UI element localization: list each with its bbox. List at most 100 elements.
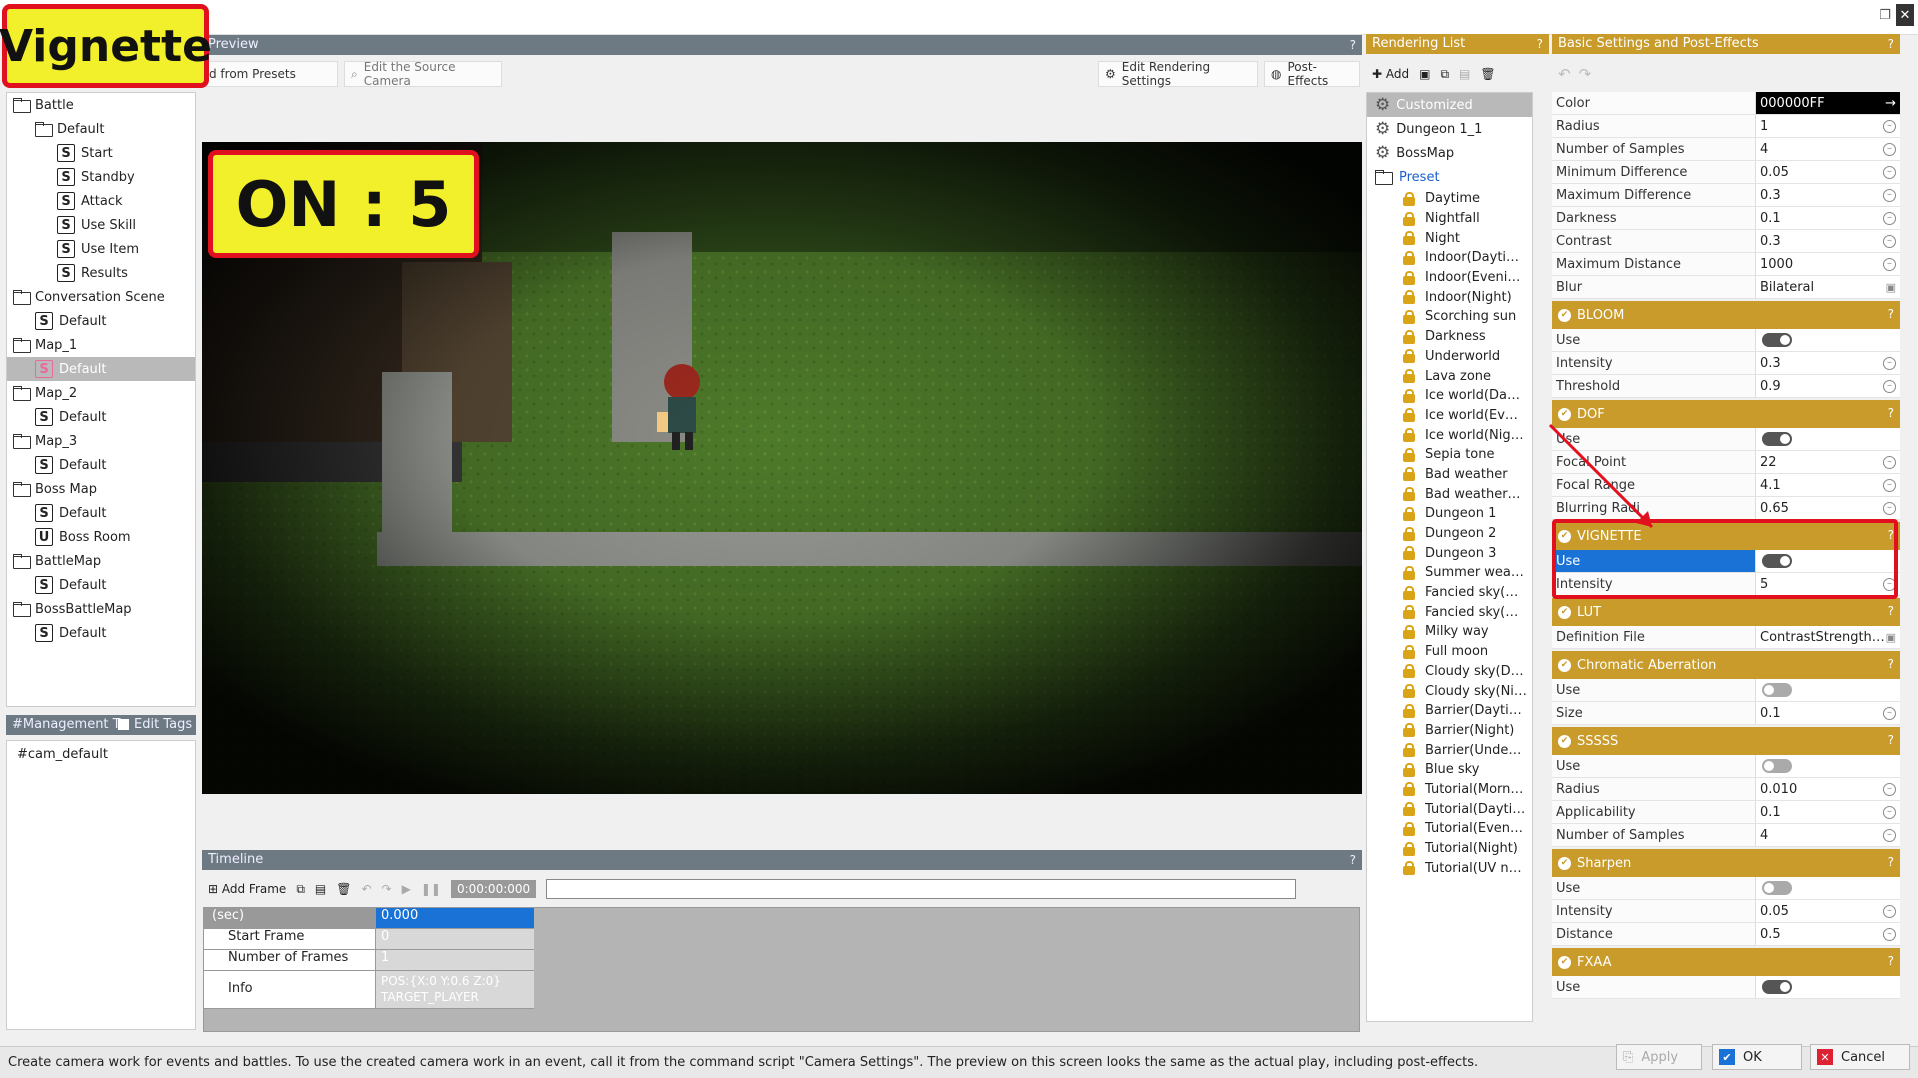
spinner-icon[interactable]: – — [1883, 578, 1896, 591]
setting-value[interactable] — [1756, 976, 1900, 998]
spinner-icon[interactable]: – — [1883, 120, 1896, 133]
rendering-item[interactable]: ⚙ Dungeon 1_1 — [1367, 117, 1532, 141]
play-icon[interactable]: ▶ — [402, 882, 411, 896]
add-folder-icon[interactable]: ▣ — [1419, 67, 1430, 81]
setting-value[interactable]: 0.5 – — [1756, 923, 1900, 945]
setting-value[interactable]: 1– — [1756, 115, 1900, 137]
setting-value[interactable]: 4– — [1756, 138, 1900, 160]
setting-value[interactable]: 0.65 – — [1756, 497, 1900, 519]
ok-button[interactable]: ✔ OK — [1712, 1044, 1802, 1070]
tree-item[interactable]: Boss Map — [7, 477, 195, 501]
section-header[interactable]: ✔ Sharpen? — [1552, 849, 1900, 877]
setting-value[interactable]: Bilateral ▣ — [1756, 276, 1900, 298]
setting-value[interactable]: 000000FF → — [1756, 92, 1900, 114]
tree-item[interactable]: U Boss Room — [7, 525, 195, 549]
preset-item[interactable]: Milky way — [1367, 622, 1532, 642]
preset-item[interactable]: Barrier(Dayti… — [1367, 701, 1532, 721]
spinner-icon[interactable]: – — [1883, 235, 1896, 248]
help-icon[interactable]: ? — [1888, 733, 1894, 747]
close-icon[interactable]: ✕ — [1896, 4, 1914, 26]
setting-value[interactable]: 0.3 – — [1756, 184, 1900, 206]
setting-value[interactable] — [1756, 755, 1900, 777]
setting-value[interactable] — [1756, 679, 1900, 701]
spinner-icon[interactable]: – — [1883, 783, 1896, 796]
spinner-icon[interactable]: – — [1883, 928, 1896, 941]
spinner-icon[interactable]: – — [1883, 143, 1896, 156]
preset-item[interactable]: Barrier(Night) — [1367, 721, 1532, 741]
setting-value[interactable]: 0.05 – — [1756, 900, 1900, 922]
help-icon[interactable]: ? — [1888, 528, 1894, 542]
setting-value[interactable]: 0.1 – — [1756, 801, 1900, 823]
tree-item[interactable]: S Default — [7, 309, 195, 333]
add-button[interactable]: ✚ Add — [1372, 67, 1409, 81]
pause-icon[interactable]: ❚❚ — [421, 882, 441, 896]
cancel-button[interactable]: ✕ Cancel — [1810, 1044, 1910, 1070]
preset-item[interactable]: Tutorial(Even… — [1367, 819, 1532, 839]
toggle-switch[interactable] — [1762, 980, 1792, 994]
timeline-track[interactable] — [546, 879, 1297, 899]
preset-item[interactable]: Cloudy sky(Ni… — [1367, 681, 1532, 701]
paste-icon[interactable]: ▤ — [1459, 67, 1470, 81]
tree-item[interactable]: S Default — [7, 501, 195, 525]
preset-item[interactable]: Bad weather… — [1367, 484, 1532, 504]
num-frames-value[interactable]: 1 — [376, 950, 534, 971]
dropdown-icon[interactable]: ▣ — [1886, 631, 1896, 644]
setting-value[interactable]: 0.010 – — [1756, 778, 1900, 800]
preset-item[interactable]: Cloudy sky(D… — [1367, 662, 1532, 682]
help-icon[interactable]: ? — [1888, 406, 1894, 420]
section-header[interactable]: ✔ LUT? — [1552, 598, 1900, 626]
sec-value[interactable]: 0.000 — [376, 908, 534, 929]
section-header[interactable]: ✔ SSSSS? — [1552, 727, 1900, 755]
help-icon[interactable]: ? — [1888, 855, 1894, 869]
help-icon[interactable]: ? — [1888, 657, 1894, 671]
preset-item[interactable]: Tutorial(Dayti… — [1367, 799, 1532, 819]
spinner-icon[interactable]: – — [1883, 502, 1896, 515]
setting-value[interactable]: 0.05 – — [1756, 161, 1900, 183]
toggle-switch[interactable] — [1762, 432, 1792, 446]
preset-item[interactable]: Tutorial(Night) — [1367, 839, 1532, 859]
toggle-switch[interactable] — [1762, 554, 1792, 568]
undo-icon[interactable]: ↶ — [361, 882, 371, 896]
spinner-icon[interactable]: – — [1883, 212, 1896, 225]
setting-value[interactable]: 0.1 – — [1756, 207, 1900, 229]
preset-item[interactable]: Summer wea… — [1367, 563, 1532, 583]
redo-icon[interactable]: ↷ — [1579, 65, 1592, 83]
trash-icon[interactable]: 🗑 — [336, 882, 351, 896]
restore-icon[interactable]: ❐ — [1876, 4, 1894, 26]
preset-folder[interactable]: Preset — [1367, 165, 1532, 189]
preset-item[interactable]: Tutorial(UV n… — [1367, 858, 1532, 878]
preset-item[interactable]: Ice world(Da… — [1367, 386, 1532, 406]
preset-item[interactable]: Night — [1367, 228, 1532, 248]
section-header[interactable]: ✔ BLOOM? — [1552, 301, 1900, 329]
preset-item[interactable]: Sepia tone — [1367, 445, 1532, 465]
copy-icon[interactable]: ⧉ — [296, 882, 305, 897]
undo-icon[interactable]: ↶ — [1558, 65, 1571, 83]
setting-value[interactable]: 0.1 – — [1756, 702, 1900, 724]
setting-value[interactable]: 4.1 – — [1756, 474, 1900, 496]
tree-item[interactable]: S Attack — [7, 189, 195, 213]
preset-item[interactable]: Daytime — [1367, 189, 1532, 209]
help-icon[interactable]: ? — [1888, 604, 1894, 618]
preset-item[interactable]: Darkness — [1367, 327, 1532, 347]
setting-value[interactable]: 4– — [1756, 824, 1900, 846]
spinner-icon[interactable]: – — [1883, 806, 1896, 819]
preset-item[interactable]: Barrier(Unde… — [1367, 740, 1532, 760]
preset-item[interactable]: Indoor(Eveni… — [1367, 268, 1532, 288]
preset-item[interactable]: Dungeon 2 — [1367, 524, 1532, 544]
tree-item[interactable]: BossBattleMap — [7, 597, 195, 621]
tree-item[interactable]: Battle — [7, 93, 195, 117]
tree-item[interactable]: S Default — [7, 621, 195, 645]
tree-item[interactable]: S Use Item — [7, 237, 195, 261]
tree-item[interactable]: S Use Skill — [7, 213, 195, 237]
spinner-icon[interactable]: – — [1883, 166, 1896, 179]
setting-value[interactable]: 1000 – — [1756, 253, 1900, 275]
preset-item[interactable]: Ice world(Nig… — [1367, 425, 1532, 445]
spinner-icon[interactable]: – — [1883, 456, 1896, 469]
section-header[interactable]: ✔ FXAA? — [1552, 948, 1900, 976]
preset-item[interactable]: Indoor(Dayti… — [1367, 248, 1532, 268]
setting-value[interactable] — [1756, 550, 1900, 572]
edit-source-camera-button[interactable]: ⌕ Edit the Source Camera — [344, 60, 502, 88]
spinner-icon[interactable]: – — [1883, 380, 1896, 393]
tree-item[interactable]: S Default — [7, 357, 195, 381]
setting-value[interactable] — [1756, 329, 1900, 351]
